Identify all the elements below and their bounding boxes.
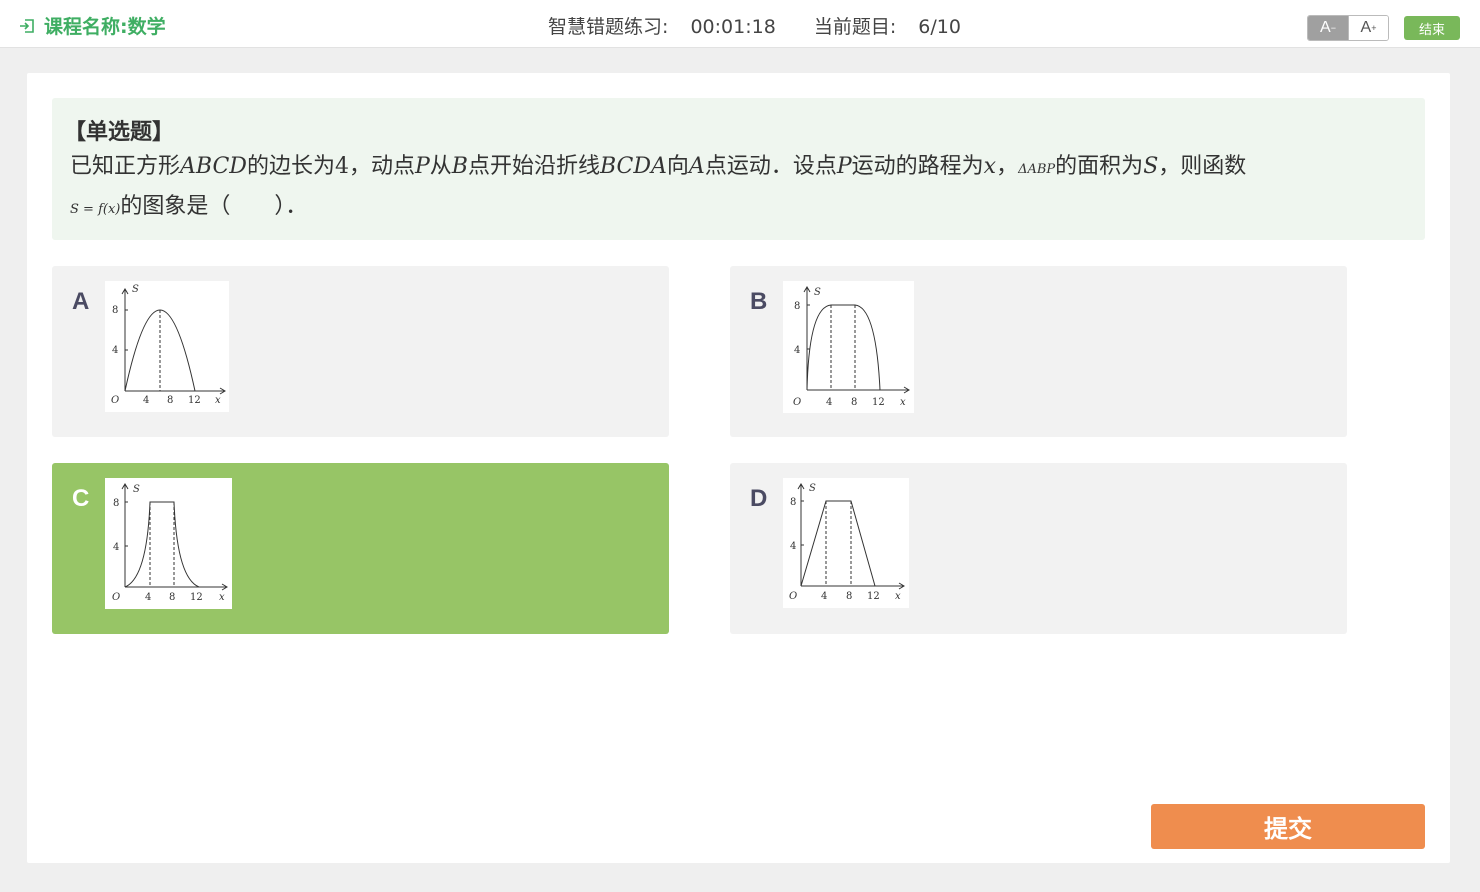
svg-text:S: S xyxy=(133,484,140,495)
svg-text:x: x xyxy=(895,591,901,602)
option-letter: B xyxy=(750,288,768,315)
option-a[interactable]: A S 8 4 O 4 8 12 x xyxy=(52,266,669,437)
svg-text:8: 8 xyxy=(794,301,800,312)
svg-text:x: x xyxy=(219,592,225,603)
svg-text:12: 12 xyxy=(867,591,880,602)
option-letter: A xyxy=(72,288,90,315)
end-button[interactable]: 结束 xyxy=(1404,16,1460,40)
svg-text:8: 8 xyxy=(851,397,857,408)
top-bar: 课程名称:数学 智慧错题练习: 00:01:18 当前题目: 6/10 A − A… xyxy=(0,0,1480,48)
option-d-graph: S 8 4 O 4 8 12 x xyxy=(783,478,909,608)
svg-text:S: S xyxy=(809,483,816,494)
question-label: 当前题目: xyxy=(813,16,897,38)
svg-text:12: 12 xyxy=(188,395,201,406)
svg-text:4: 4 xyxy=(112,345,118,356)
option-d[interactable]: D S 8 4 O 4 8 12 x xyxy=(730,463,1347,634)
svg-text:4: 4 xyxy=(143,395,149,406)
svg-text:4: 4 xyxy=(790,541,796,552)
question-progress: 6/10 xyxy=(918,16,961,38)
exit-icon xyxy=(20,18,34,33)
option-b-graph: S 8 4 O 4 8 12 x xyxy=(783,281,914,413)
svg-text:O: O xyxy=(111,395,119,406)
option-c-graph: S 8 4 O 4 8 12 x xyxy=(105,478,232,609)
svg-text:O: O xyxy=(789,591,797,602)
question-card: 【单选题】 已知正方形ABCD的边长为4，动点P从B点开始沿折线BCDA向A点运… xyxy=(27,73,1450,863)
practice-label: 智慧错题练习: xyxy=(548,16,669,38)
svg-text:4: 4 xyxy=(145,592,151,603)
practice-timer: 00:01:18 xyxy=(690,16,776,38)
submit-button[interactable]: 提交 xyxy=(1151,804,1425,849)
svg-text:8: 8 xyxy=(169,592,175,603)
svg-text:4: 4 xyxy=(794,345,800,356)
course-name: 课程名称:数学 xyxy=(44,16,166,38)
font-decrease-button[interactable]: A − xyxy=(1308,16,1348,40)
font-increase-button[interactable]: A + xyxy=(1347,16,1388,40)
question-type: 【单选题】 xyxy=(64,120,175,145)
question-text: 已知正方形ABCD的边长为4，动点P从B点开始沿折线BCDA向A点运动．设点P运… xyxy=(70,148,1407,228)
option-b[interactable]: B S 8 4 O 4 8 12 x xyxy=(730,266,1347,437)
svg-text:4: 4 xyxy=(826,397,832,408)
question-line-2: S = f(x)的图象是（ ）． xyxy=(70,194,308,219)
svg-text:12: 12 xyxy=(872,397,885,408)
svg-text:x: x xyxy=(900,397,906,408)
option-a-graph: S 8 4 O 4 8 12 x xyxy=(105,281,229,412)
svg-text:12: 12 xyxy=(190,592,203,603)
svg-text:O: O xyxy=(112,592,120,603)
option-letter: C xyxy=(72,485,90,512)
svg-text:8: 8 xyxy=(112,305,118,316)
option-letter: D xyxy=(750,485,768,512)
svg-text:8: 8 xyxy=(167,395,173,406)
svg-text:8: 8 xyxy=(846,591,852,602)
practice-info: 智慧错题练习: 00:01:18 当前题目: 6/10 xyxy=(548,12,993,39)
svg-text:8: 8 xyxy=(790,497,796,508)
svg-text:S: S xyxy=(814,287,821,298)
svg-text:4: 4 xyxy=(821,591,827,602)
question-stem: 【单选题】 已知正方形ABCD的边长为4，动点P从B点开始沿折线BCDA向A点运… xyxy=(52,98,1425,240)
option-c[interactable]: C S 8 4 O 4 8 12 x xyxy=(52,463,669,634)
svg-text:S: S xyxy=(132,284,139,295)
svg-text:x: x xyxy=(215,395,221,406)
exit-course-link[interactable]: 课程名称:数学 xyxy=(18,12,166,39)
svg-text:4: 4 xyxy=(113,542,119,553)
font-size-control: A − A + xyxy=(1307,15,1389,41)
svg-text:8: 8 xyxy=(113,498,119,509)
svg-text:O: O xyxy=(793,397,801,408)
question-line-1: 已知正方形ABCD的边长为4，动点P从B点开始沿折线BCDA向A点运动．设点P运… xyxy=(70,154,1247,179)
